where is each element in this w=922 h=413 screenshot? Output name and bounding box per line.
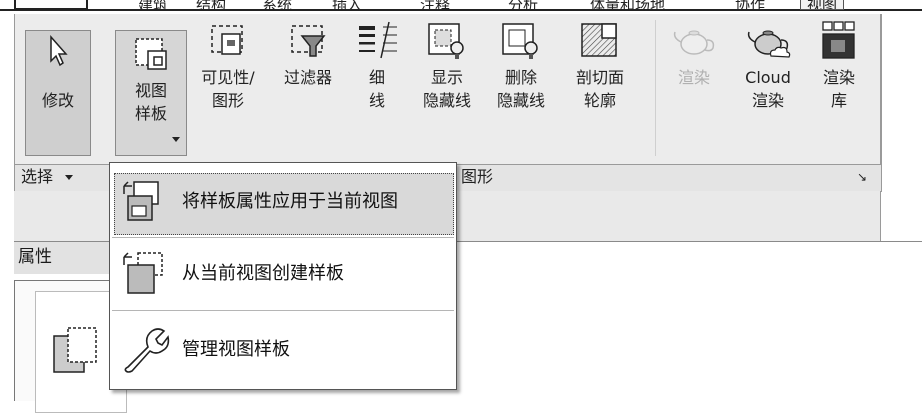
render-label: 渲染 [677,68,710,87]
filter-icon [291,25,326,57]
remove-hidden-lines-button[interactable]: 删除 隐藏线 [489,18,553,112]
ribbon-panel: 修改 视图 样板 可见性/ 图形 过滤器 细 线 显示 隐藏线 删除 隐藏线 剖… [14,14,882,164]
tab-architecture[interactable]: 建筑 [138,0,168,10]
cut-profile-button[interactable]: 剖切面 轮廓 [567,18,633,112]
show-hidden-lines-label-1: 显示 [430,68,463,87]
select-dropdown-icon[interactable] [65,175,73,180]
cloud-teapot-icon [747,30,791,58]
ribbon-right-edge [880,14,881,242]
cloud-render-label-2: 渲染 [751,91,784,110]
create-template-label: 从当前视图创建样板 [182,263,344,284]
tab-annotate[interactable]: 注释 [420,0,450,10]
graphics-panel-label: 图形 [461,167,494,186]
quick-access-cap [14,0,88,10]
visibility-graphics-icon [211,25,243,55]
view-template-icon [135,38,167,70]
thin-lines-label-1: 细 [368,68,385,87]
menu-separator [112,310,454,311]
tab-insert[interactable]: 插入 [332,0,362,10]
properties-body [14,280,127,413]
menu-separator [112,237,454,238]
teapot-icon [673,30,715,55]
cloud-render-label-1: Cloud [745,68,791,87]
tab-massing-site[interactable]: 体量和场地 [590,0,665,10]
tab-analyze[interactable]: 分析 [508,0,538,10]
remove-hidden-lines-label-1: 删除 [504,68,537,87]
visibility-graphics-label-1: 可见性/ [201,68,255,87]
thin-lines-label-2: 线 [368,91,385,110]
view-templates-label-2: 样板 [134,104,167,123]
render-button[interactable]: 渲染 [667,18,721,89]
show-hidden-lines-button[interactable]: 显示 隐藏线 [415,18,479,112]
remove-hidden-lines-icon [502,23,538,59]
visibility-graphics-button[interactable]: 可见性/ 图形 [191,18,265,112]
thin-lines-button[interactable]: 细 线 [353,18,401,112]
view-templates-label-1: 视图 [134,81,167,100]
tab-collaborate[interactable]: 协作 [735,0,765,10]
manage-templates-label: 管理视图样板 [182,339,290,360]
cloud-render-button[interactable]: Cloud 渲染 [735,18,801,112]
cut-profile-label-1: 剖切面 [575,68,624,87]
filters-label: 过滤器 [283,68,332,87]
dropdown-arrow-icon [172,137,180,142]
menu-item-apply-template[interactable]: 将样板属性应用于当前视图 [110,167,456,237]
menu-item-create-template[interactable]: 从当前视图创建样板 [110,239,456,309]
apply-template-icon [123,181,159,221]
render-gallery-button[interactable]: 渲染 库 [811,18,867,112]
apply-template-label: 将样板属性应用于当前视图 [182,191,398,212]
render-gallery-label-1: 渲染 [822,68,855,87]
view-template-menu: 将样板属性应用于当前视图 从当前视图创建样板 管理视图样板 [109,162,457,390]
thin-lines-icon [359,21,397,59]
tab-view[interactable]: 视图 [800,0,845,10]
wrench-icon [124,328,170,373]
view-type-icon [53,327,97,373]
filters-button[interactable]: 过滤器 [273,18,343,89]
show-hidden-lines-icon [428,23,464,59]
render-gallery-label-2: 库 [830,91,847,110]
cut-profile-icon [581,23,617,57]
select-panel-label[interactable]: 选择 [21,167,53,187]
modify-label: 修改 [41,91,74,110]
render-gallery-icon [822,21,855,59]
cut-profile-label-2: 轮廓 [583,91,616,110]
create-template-icon [123,252,163,294]
cursor-arrow-icon [50,35,68,67]
modify-button[interactable]: 修改 [25,30,91,156]
visibility-graphics-label-2: 图形 [211,91,244,110]
tab-systems[interactable]: 系统 [262,0,292,10]
remove-hidden-lines-label-2: 隐藏线 [496,91,545,110]
view-templates-button[interactable]: 视图 样板 [115,30,187,156]
tab-structure[interactable]: 结构 [196,0,226,10]
menu-item-manage-templates[interactable]: 管理视图样板 [110,313,456,383]
show-hidden-lines-label-2: 隐藏线 [422,91,471,110]
ribbon-separator [655,20,656,156]
panel-launcher-icon[interactable]: ↘ [857,167,867,187]
properties-title: 属性 [18,247,52,267]
